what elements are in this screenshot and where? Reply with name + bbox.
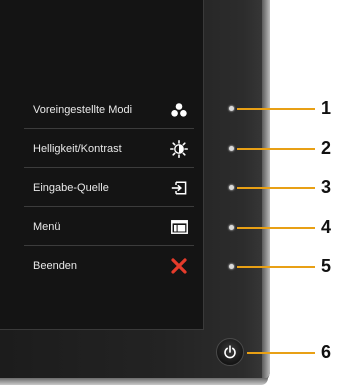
callout-number-6: 6 bbox=[320, 342, 331, 362]
osd-item-label: Menü bbox=[33, 220, 61, 233]
callout-number-1: 1 bbox=[320, 98, 331, 118]
osd-item-brightness-contrast[interactable]: Helligkeit/Kontrast bbox=[24, 129, 194, 168]
osd-item-preset-modes[interactable]: Voreingestellte Modi bbox=[24, 90, 194, 129]
power-button[interactable] bbox=[216, 338, 244, 366]
front-button-3[interactable] bbox=[229, 185, 234, 190]
callout-line-6 bbox=[247, 352, 315, 354]
callout-number-3: 3 bbox=[320, 177, 331, 197]
preset-modes-icon bbox=[166, 97, 192, 123]
osd-item-label: Beenden bbox=[33, 259, 78, 272]
callout-line-3 bbox=[237, 187, 315, 189]
osd-item-exit[interactable]: Beenden bbox=[24, 246, 194, 285]
osd-item-input-source[interactable]: Eingabe-Quelle bbox=[24, 168, 194, 207]
callout-number-2: 2 bbox=[320, 138, 331, 158]
osd-item-label: Voreingestellte Modi bbox=[33, 103, 133, 116]
front-button-2[interactable] bbox=[229, 146, 234, 151]
exit-icon bbox=[166, 253, 192, 279]
osd-menu: Voreingestellte Modi Helligkeit/Kontrast bbox=[24, 90, 194, 286]
osd-item-label: Helligkeit/Kontrast bbox=[33, 142, 122, 155]
front-button-1[interactable] bbox=[229, 106, 234, 111]
osd-item-label: Eingabe-Quelle bbox=[33, 181, 109, 194]
input-source-icon bbox=[166, 175, 192, 201]
front-button-5[interactable] bbox=[229, 264, 234, 269]
menu-icon bbox=[166, 214, 192, 240]
callout-number-4: 4 bbox=[320, 217, 331, 237]
callout-line-5 bbox=[237, 266, 315, 268]
front-button-4[interactable] bbox=[229, 225, 234, 230]
power-icon bbox=[224, 345, 236, 359]
callout-line-4 bbox=[237, 227, 315, 229]
bezel-edge bbox=[262, 0, 270, 380]
callout-line-2 bbox=[237, 148, 315, 150]
brightness-contrast-icon bbox=[166, 136, 192, 162]
bezel-bottom-edge bbox=[0, 378, 268, 385]
osd-item-menu[interactable]: Menü bbox=[24, 207, 194, 246]
callout-number-5: 5 bbox=[320, 256, 331, 276]
callout-line-1 bbox=[237, 108, 315, 110]
